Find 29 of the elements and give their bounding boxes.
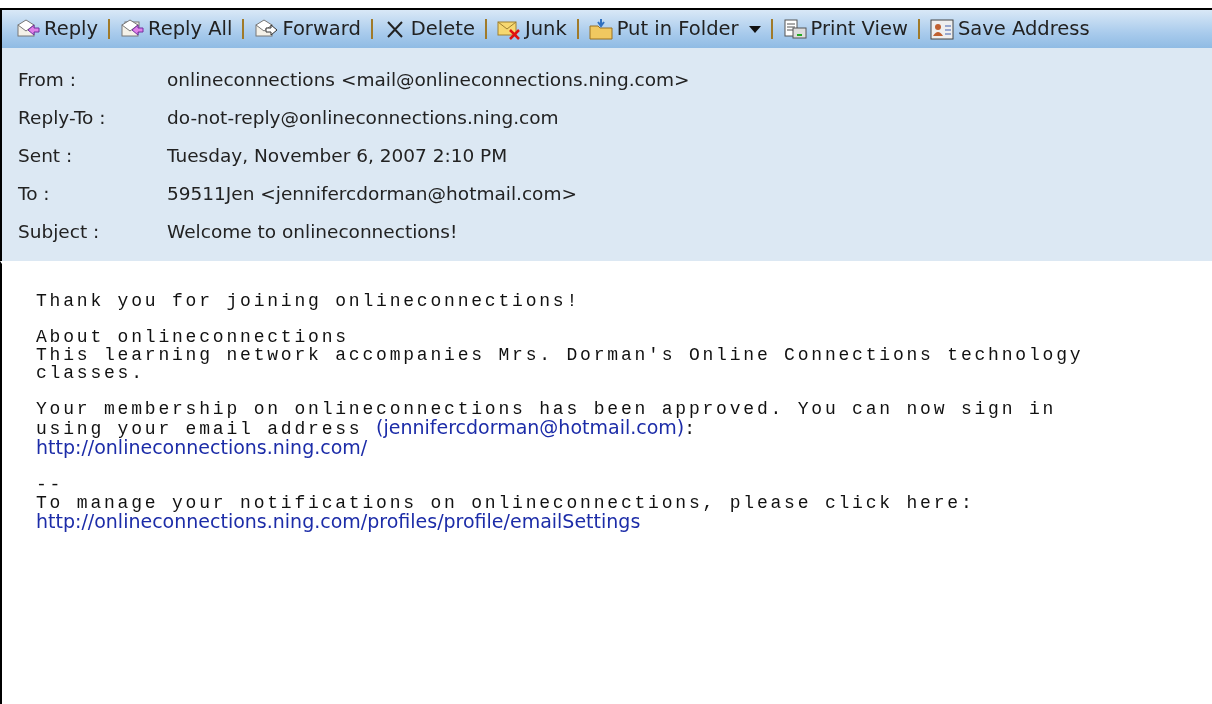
header-value: onlineconnections <mail@onlineconnections.ning.com>: [167, 68, 690, 93]
header-label: From :: [18, 68, 77, 93]
printer-icon: [782, 18, 807, 40]
toolbar-button[interactable]: Save Address: [929, 14, 1090, 44]
toolbar-button[interactable]: Reply: [16, 14, 98, 44]
envelope-reply-icon: [16, 18, 40, 40]
message-paragraph: -- To manage your notifications on onlineconnections, please click here: http://onlineconnections.ning.com/profiles/profile/emailSettings: [36, 476, 976, 532]
envelope-forward-icon: [254, 18, 279, 40]
junk-mail-icon: [496, 18, 521, 40]
message-paragraph: About onlineconnections This learning network accompanies Mrs. Dorman's Online Connections technology classes.: [36, 328, 1085, 382]
print-view-button[interactable]: Print View: [782, 14, 908, 44]
header-label: To :: [18, 182, 51, 207]
message-paragraph: Your membership on onlineconnections has been approved. You can now sign in using your email address (jennifercdorman@hotmail.com): http://onlineconnections.ning.com/: [36, 400, 1058, 458]
header-label: Subject :: [18, 220, 101, 245]
header-label: Sent :: [18, 144, 74, 169]
toolbar-button[interactable]: Junk: [496, 14, 567, 44]
message-paragraph: Thank you for joining onlineconnections!: [36, 292, 582, 310]
toolbar-button[interactable]: Forward: [254, 14, 361, 44]
toolbar-button[interactable]: Put in Folder: [588, 14, 761, 44]
header-value: do-not-reply@onlineconnections.ning.com: [167, 106, 559, 131]
header-value: 59511Jen <jennifercdorman@hotmail.com>: [167, 182, 577, 207]
contact-card-icon: [929, 18, 954, 40]
header-value: Welcome to onlineconnections!: [167, 220, 458, 245]
envelope-reply-all-icon: [120, 18, 144, 40]
delete-button[interactable]: Delete: [382, 14, 475, 44]
header-label: Reply-To :: [18, 106, 107, 131]
folder-icon: [588, 18, 613, 40]
header-value: Tuesday, November 6, 2007 2:10 PM: [167, 144, 508, 169]
toolbar-button[interactable]: Reply All: [120, 14, 233, 44]
